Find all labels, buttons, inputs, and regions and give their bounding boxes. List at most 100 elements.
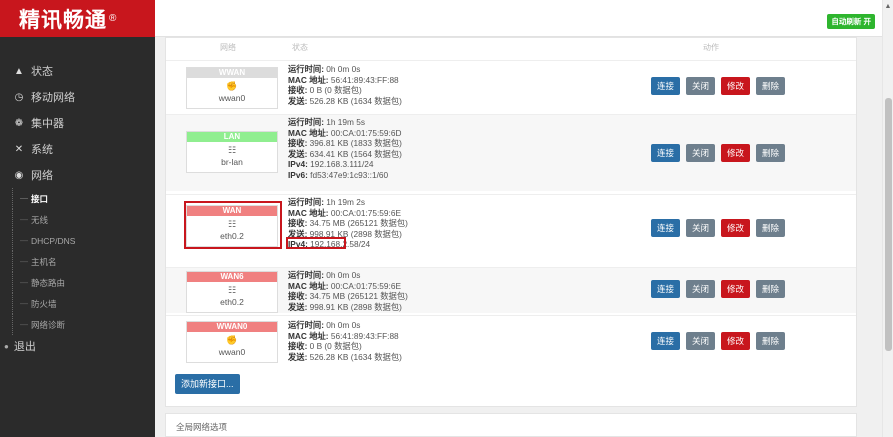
network-port-icon: ✊ (226, 335, 238, 345)
interface-badge: WAN6 ☷ eth0.2 (186, 271, 278, 313)
main-nav: ▲ 状态 ◷ 移动网络 ❁ 集中器 ✕ 系统 ◉ 网络 (0, 37, 155, 188)
status-label: 运行时间: (288, 197, 324, 207)
status-label: MAC 地址: (288, 74, 329, 85)
scrollbar[interactable]: ▲ (882, 0, 893, 437)
status-line: 发送: 526.28 KB (1634 数据包) (288, 352, 402, 363)
interface-device: br-lan (221, 157, 243, 167)
tree-branch: — (20, 257, 28, 266)
status-label: IPv4: (288, 159, 308, 169)
scroll-up-arrow-icon[interactable]: ▲ (883, 0, 893, 14)
sidebar-item-system[interactable]: ✕ 系统 (0, 136, 155, 162)
status-line: 运行时间: 1h 19m 2s (288, 197, 408, 208)
top-bar: 自动刷新 开 (155, 0, 882, 37)
status-line: 接收: 0 B (0 数据包) (288, 85, 402, 96)
tree-branch: — (20, 194, 28, 203)
auto-refresh-toggle[interactable]: 自动刷新 开 (827, 14, 875, 29)
status-line: MAC 地址: 00:CA:01:75:59:6E (288, 281, 408, 292)
status-line: MAC 地址: 56:41:89:43:FF:88 (288, 75, 402, 86)
column-header-actions: 动作 (703, 43, 719, 52)
connect-button[interactable]: 连接 (651, 280, 681, 298)
status-label: MAC 地址: (288, 280, 329, 291)
delete-button[interactable]: 删除 (756, 332, 786, 350)
sidebar-subitem-firewall[interactable]: — 防火墙 (0, 293, 155, 314)
sidebar-item-label: 状态 (31, 66, 53, 78)
highlight-box-wan (184, 201, 282, 249)
sidebar-subitem-interfaces[interactable]: — 接口 (0, 188, 155, 209)
interface-status: 运行时间: 0h 0m 0s MAC 地址: 56:41:89:43:FF:88 接… (288, 64, 402, 106)
status-line: 接收: 34.75 MB (265121 数据包) (288, 291, 408, 302)
delete-button[interactable]: 删除 (756, 219, 786, 237)
status-value: 34.75 MB (265121 数据包) (307, 218, 408, 228)
interface-actions: 连接 关闭 修改 删除 (651, 144, 786, 162)
sidebar-subitem-diagnostics[interactable]: — 网络诊断 (0, 314, 155, 335)
delete-button[interactable]: 删除 (756, 144, 786, 162)
status-line: 运行时间: 1h 19m 5s (288, 117, 402, 128)
status-label: 运行时间: (288, 64, 324, 74)
sidebar-subitem-hostnames[interactable]: — 主机名 (0, 251, 155, 272)
stop-button[interactable]: 关闭 (686, 280, 716, 298)
interface-name: WWAN0 (187, 322, 277, 332)
wrench-icon: ✕ (14, 143, 24, 155)
interface-status: 运行时间: 1h 19m 5s MAC 地址: 00:CA:01:75:59:6D… (288, 117, 402, 180)
delete-button[interactable]: 删除 (756, 77, 786, 95)
network-icon: ◉ (14, 169, 24, 181)
connect-button[interactable]: 连接 (651, 77, 681, 95)
sidebar-subitem-dhcp-dns[interactable]: — DHCP/DNS (0, 230, 155, 251)
brand-logo[interactable]: 精讯畅通 ® (0, 0, 155, 37)
network-port-icon: ☷ (227, 145, 237, 155)
sidebar-item-status[interactable]: ▲ 状态 (0, 58, 155, 84)
status-value: 0h 0m 0s (323, 64, 361, 74)
status-label: MAC 地址: (288, 127, 329, 138)
tree-branch: — (20, 299, 28, 308)
delete-button[interactable]: 删除 (756, 280, 786, 298)
clock-icon: ◷ (14, 91, 24, 103)
add-interface-button[interactable]: 添加新接口... (175, 374, 240, 394)
interface-row: LAN ☷ br-lan 运行时间: 1h 19m 5s MAC 地址: 00:CA:0… (166, 114, 856, 191)
edit-button[interactable]: 修改 (721, 77, 751, 95)
status-label: 接收: (288, 218, 308, 228)
sidebar-item-label: 集中器 (31, 118, 64, 130)
stop-button[interactable]: 关闭 (686, 332, 716, 350)
connect-button[interactable]: 连接 (651, 144, 681, 162)
status-value: 634.41 KB (1564 数据包) (307, 148, 402, 159)
status-value: 0h 0m 0s (323, 320, 361, 330)
status-value: 396.81 KB (1833 数据包) (307, 138, 402, 148)
connect-button[interactable]: 连接 (651, 332, 681, 350)
sidebar-item-mobile-network[interactable]: ◷ 移动网络 (0, 84, 155, 110)
tree-branch: — (20, 215, 28, 224)
interface-name: LAN (187, 132, 277, 142)
interface-badge: WWAN ✊ wwan0 (186, 67, 278, 109)
status-line: 接收: 396.81 KB (1833 数据包) (288, 138, 402, 149)
sidebar-subitem-label: 网络诊断 (31, 319, 66, 330)
status-line: 发送: 526.28 KB (1634 数据包) (288, 96, 402, 107)
edit-button[interactable]: 修改 (721, 219, 751, 237)
sidebar-item-network[interactable]: ◉ 网络 (0, 162, 155, 188)
edit-button[interactable]: 修改 (721, 144, 751, 162)
status-value: 00:CA:01:75:59:6E (328, 280, 401, 291)
scroll-thumb[interactable] (885, 98, 892, 351)
sidebar: 精讯畅通 ® ▲ 状态 ◷ 移动网络 ❁ 集中器 ✕ 系统 ◉ 网络 — 接口 — 无… (0, 0, 155, 437)
interface-actions: 连接 关闭 修改 删除 (651, 77, 786, 95)
status-label: 运行时间: (288, 270, 324, 280)
connect-button[interactable]: 连接 (651, 219, 681, 237)
registered-mark: ® (109, 13, 118, 24)
sidebar-item-label: 系统 (31, 144, 53, 156)
stop-button[interactable]: 关闭 (686, 77, 716, 95)
interface-actions: 连接 关闭 修改 删除 (651, 219, 786, 237)
sidebar-item-logout[interactable]: ● 退出 (0, 335, 155, 357)
status-label: 接收: (288, 138, 308, 148)
highlight-box-ipv4 (286, 237, 346, 249)
interface-row: WAN6 ☷ eth0.2 运行时间: 0h 0m 0s MAC 地址: 00:CA:0… (166, 267, 856, 313)
sidebar-item-concentrator[interactable]: ❁ 集中器 (0, 110, 155, 136)
network-port-icon: ✊ (226, 81, 238, 91)
stop-button[interactable]: 关闭 (686, 144, 716, 162)
interfaces-card: 网络 状态 动作 WWAN ✊ wwan0 运行时间: 0h 0m 0s MAC 地址:… (165, 37, 857, 407)
edit-button[interactable]: 修改 (721, 332, 751, 350)
sidebar-subitem-wireless[interactable]: — 无线 (0, 209, 155, 230)
sidebar-subitem-label: 无线 (31, 214, 49, 225)
stop-button[interactable]: 关闭 (686, 219, 716, 237)
edit-button[interactable]: 修改 (721, 280, 751, 298)
status-label: 接收: (288, 85, 308, 95)
sidebar-subitem-static-routes[interactable]: — 静态路由 (0, 272, 155, 293)
interface-badge: WWAN0 ✊ wwan0 (186, 321, 278, 363)
